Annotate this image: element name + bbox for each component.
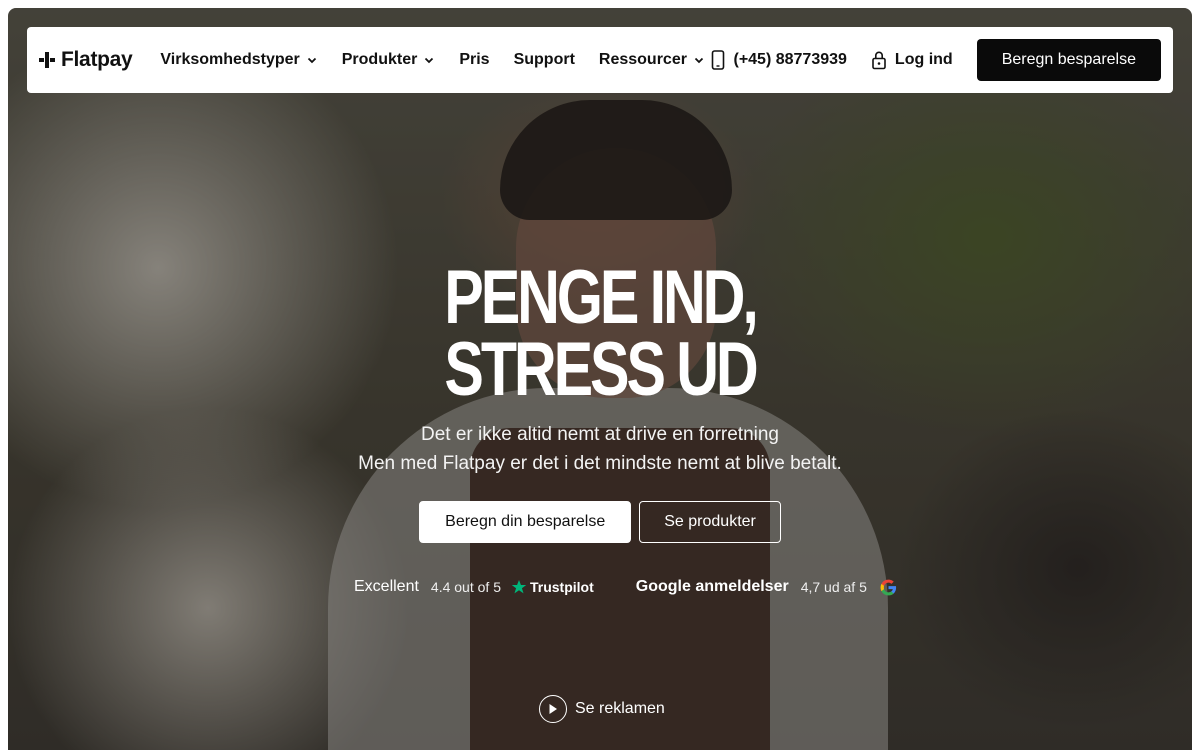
trustpilot-rating-label: Excellent bbox=[354, 578, 419, 595]
trustpilot-brand: Trustpilot bbox=[529, 579, 594, 595]
nav-item-label: Pris bbox=[459, 51, 490, 68]
nav-item-produkter[interactable]: Produkter bbox=[342, 51, 436, 69]
nav-item-support[interactable]: Support bbox=[514, 51, 575, 69]
main-nav: Virksomhedstyper Produkter Pris Support … bbox=[160, 51, 705, 69]
calculate-your-savings-button[interactable]: Beregn din besparelse bbox=[419, 501, 632, 543]
trustpilot-link[interactable]: Trustpilot bbox=[511, 579, 594, 595]
google-reviews-label: Google anmeldelser bbox=[635, 578, 789, 595]
google-score: 4,7 ud af 5 bbox=[800, 579, 867, 595]
chevron-down-icon bbox=[425, 57, 434, 64]
headline-line-2: STRESS UD bbox=[444, 327, 758, 412]
phone-link[interactable]: (+45) 88773939 bbox=[711, 50, 847, 70]
nav-item-label: Virksomhedstyper bbox=[160, 51, 300, 68]
chevron-down-icon bbox=[694, 57, 704, 64]
hero-headline: PENGE IND, STRESS UD bbox=[132, 255, 1068, 412]
star-icon bbox=[511, 580, 527, 594]
phone-number: (+45) 88773939 bbox=[733, 51, 847, 68]
chevron-down-icon bbox=[307, 57, 316, 64]
ratings-bar: Excellent 4.4 out of 5 Trustpilot Google… bbox=[354, 575, 898, 599]
watch-ad-button[interactable]: Se reklamen bbox=[539, 695, 665, 723]
nav-item-ressourcer[interactable]: Ressourcer bbox=[599, 51, 705, 69]
nav-actions: (+45) 88773939 Log ind Beregn besparelse bbox=[711, 39, 1161, 81]
nav-item-pris[interactable]: Pris bbox=[459, 51, 489, 69]
hero-subtitle-1: Det er ikke altid nemt at drive en forre… bbox=[420, 424, 779, 445]
nav-item-virksomhedstyper[interactable]: Virksomhedstyper bbox=[160, 51, 317, 69]
watch-ad-label: Se reklamen bbox=[575, 700, 665, 717]
login-label: Log ind bbox=[894, 51, 953, 68]
flatpay-logo-icon bbox=[39, 52, 55, 68]
nav-item-label: Produkter bbox=[341, 51, 418, 68]
play-icon bbox=[539, 695, 567, 723]
phone-icon bbox=[712, 50, 725, 70]
nav-item-label: Ressourcer bbox=[598, 51, 687, 68]
brand-name: Flatpay bbox=[61, 48, 133, 71]
hero-subtitle-2: Men med Flatpay er det i det mindste nem… bbox=[358, 453, 842, 474]
hero-buttons: Beregn din besparelse Se produkter bbox=[0, 501, 1200, 543]
lock-icon bbox=[872, 51, 886, 70]
brand-logo[interactable]: Flatpay bbox=[39, 48, 133, 72]
top-navbar: Flatpay Virksomhedstyper Produkter Pris … bbox=[27, 27, 1173, 93]
see-products-button[interactable]: Se produkter bbox=[639, 501, 781, 543]
login-link[interactable]: Log ind bbox=[871, 50, 953, 70]
nav-item-label: Support bbox=[513, 51, 575, 68]
google-g-icon[interactable] bbox=[879, 578, 898, 597]
trustpilot-score: 4.4 out of 5 bbox=[430, 579, 501, 595]
calculate-savings-button[interactable]: Beregn besparelse bbox=[976, 39, 1161, 81]
headline-line-1: PENGE IND, bbox=[444, 255, 758, 340]
